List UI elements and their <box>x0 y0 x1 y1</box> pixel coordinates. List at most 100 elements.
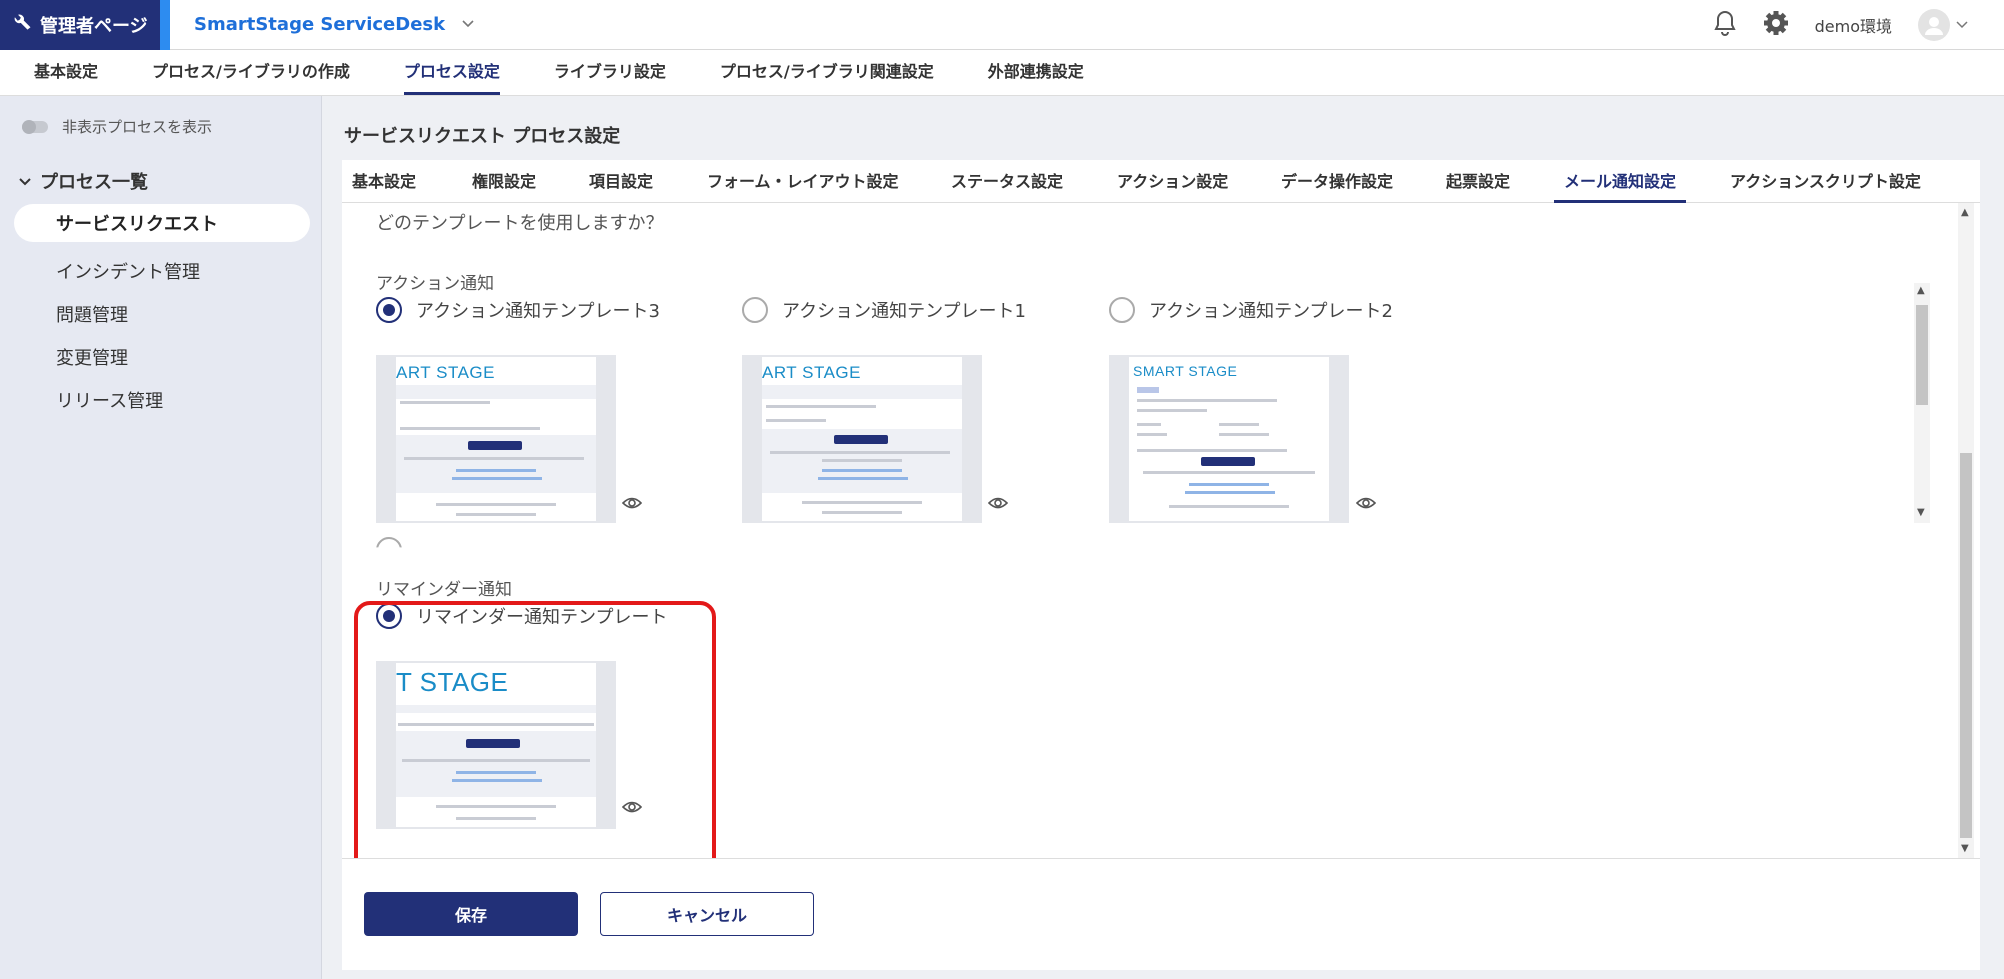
preview-band <box>396 385 596 399</box>
preview-line <box>436 503 556 506</box>
preview-line <box>766 405 876 408</box>
bell-icon[interactable] <box>1713 10 1737 40</box>
action-template-1-option[interactable]: アクション通知テンプレート1 <box>742 297 1026 323</box>
nav-process-library-relation[interactable]: プロセス/ライブラリ関連設定 <box>720 49 934 95</box>
preview-line <box>400 401 490 404</box>
chevron-down-icon <box>1956 17 1968 33</box>
preview-line <box>766 419 826 422</box>
reminder-highlight-box <box>354 601 716 858</box>
cancel-button[interactable]: キャンセル <box>600 892 814 936</box>
gear-icon[interactable] <box>1763 10 1789 40</box>
radio-action-template-2[interactable] <box>1109 297 1135 323</box>
sidebar-item-release[interactable]: リリース管理 <box>56 387 163 413</box>
environment-label: demo環境 <box>1814 17 1892 36</box>
preview-link <box>1185 491 1275 494</box>
radio-action-template-3[interactable] <box>376 297 402 323</box>
process-list-header[interactable]: プロセス一覧 <box>18 168 148 194</box>
sidebar-item-incident[interactable]: インシデント管理 <box>56 258 200 284</box>
settings-panel: 基本設定 権限設定 項目設定 フォーム・レイアウト設定 ステータス設定 アクショ… <box>342 160 1980 970</box>
preview-link <box>1189 483 1269 486</box>
eye-icon[interactable] <box>987 495 1009 509</box>
preview-line <box>1137 423 1161 426</box>
scroll-up-arrow-icon[interactable]: ▲ <box>1961 207 1969 218</box>
nav-process-library-create[interactable]: プロセス/ライブラリの作成 <box>152 49 350 95</box>
action-template-2-label: アクション通知テンプレート2 <box>1149 301 1394 322</box>
product-switcher[interactable]: SmartStage ServiceDesk <box>194 14 475 35</box>
action-template-3-label: アクション通知テンプレート3 <box>416 301 661 322</box>
top-header: 管理者ページ SmartStage ServiceDesk demo環境 <box>0 0 2004 50</box>
preview-link <box>818 477 908 480</box>
main-nav: 基本設定 プロセス/ライブラリの作成 プロセス設定 ライブラリ設定 プロセス/ラ… <box>0 50 2004 96</box>
admin-page-label: 管理者ページ <box>40 15 148 37</box>
eye-icon[interactable] <box>1355 495 1377 509</box>
user-menu[interactable] <box>1918 9 1968 41</box>
preview-line <box>1219 423 1259 426</box>
preview-line <box>400 427 540 430</box>
tab-mail-notification[interactable]: メール通知設定 <box>1554 160 1687 203</box>
preview-line <box>822 459 902 462</box>
preview-line <box>1143 471 1315 474</box>
nav-process-settings[interactable]: プロセス設定 <box>403 49 500 95</box>
preview-button <box>468 441 522 450</box>
process-list-title: プロセス一覧 <box>40 172 148 193</box>
action-template-3-preview: ART STAGE <box>376 355 616 523</box>
tab-status[interactable]: ステータス設定 <box>941 160 1073 203</box>
action-template-1-label: アクション通知テンプレート1 <box>782 301 1027 322</box>
preview-logo: ART STAGE <box>396 363 495 382</box>
inner-scrollbar[interactable]: ▲ ▼ <box>1914 283 1930 523</box>
preview-link <box>452 477 542 480</box>
nav-library-settings[interactable]: ライブラリ設定 <box>554 49 666 95</box>
action-template-1-preview: ART STAGE <box>742 355 982 523</box>
preview-line <box>822 511 902 514</box>
scroll-up-arrow-icon[interactable]: ▲ <box>1917 285 1925 296</box>
preview-band <box>762 385 962 399</box>
preview-line <box>1219 433 1269 436</box>
mail-settings-scroll-area[interactable]: どのテンプレートを使用しますか？ アクション通知 アクション通知テンプレート3 … <box>342 203 1980 858</box>
action-template-3-option[interactable]: アクション通知テンプレート3 <box>376 297 660 323</box>
hidden-process-toggle-row[interactable]: 非表示プロセスを表示 <box>22 116 212 137</box>
header-right: demo環境 <box>1713 0 1968 50</box>
chevron-down-icon <box>461 17 475 33</box>
hidden-process-toggle[interactable] <box>22 119 48 134</box>
preview-line <box>1137 387 1159 393</box>
radio-action-template-1[interactable] <box>742 297 768 323</box>
sub-tabs: 基本設定 権限設定 項目設定 フォーム・レイアウト設定 ステータス設定 アクショ… <box>342 160 1980 203</box>
nav-basic-settings[interactable]: 基本設定 <box>34 49 98 95</box>
sidebar-item-change[interactable]: 変更管理 <box>56 344 128 370</box>
preview-paper: ART STAGE <box>762 357 962 521</box>
tab-permissions[interactable]: 権限設定 <box>462 160 546 203</box>
preview-line <box>404 457 584 460</box>
admin-page-badge[interactable]: 管理者ページ <box>0 0 160 50</box>
header-accent-stripe <box>160 0 170 50</box>
product-name: SmartStage ServiceDesk <box>194 14 446 35</box>
preview-logo: SMART STAGE <box>1133 363 1238 379</box>
action-template-2-option[interactable]: アクション通知テンプレート2 <box>1109 297 1393 323</box>
scroll-down-arrow-icon[interactable]: ▼ <box>1961 843 1969 854</box>
outer-scrollbar-thumb[interactable] <box>1960 453 1972 838</box>
tab-basic[interactable]: 基本設定 <box>342 160 426 203</box>
tab-data-operations[interactable]: データ操作設定 <box>1271 160 1403 203</box>
preview-paper: SMART STAGE <box>1129 357 1329 521</box>
sidebar-item-problem[interactable]: 問題管理 <box>56 301 128 327</box>
radio-hidden-option[interactable] <box>376 537 402 548</box>
scroll-down-arrow-icon[interactable]: ▼ <box>1917 507 1925 518</box>
save-button[interactable]: 保存 <box>364 892 578 936</box>
eye-icon[interactable] <box>621 495 643 509</box>
sidebar-item-service-request[interactable]: サービスリクエスト <box>14 204 310 242</box>
inner-scrollbar-thumb[interactable] <box>1916 305 1928 405</box>
action-notification-label: アクション通知 <box>376 274 495 294</box>
tab-actions[interactable]: アクション設定 <box>1107 160 1238 203</box>
preview-link <box>456 469 536 472</box>
preview-link <box>822 469 902 472</box>
chevron-down-icon <box>18 171 32 192</box>
preview-line <box>1137 449 1287 452</box>
tab-ticket[interactable]: 起票設定 <box>1436 160 1520 203</box>
tab-action-script[interactable]: アクションスクリプト設定 <box>1720 160 1931 203</box>
tab-fields[interactable]: 項目設定 <box>579 160 663 203</box>
preview-button <box>834 435 888 444</box>
preview-line <box>1137 433 1167 436</box>
outer-scrollbar[interactable]: ▲ ▼ <box>1958 203 1974 858</box>
nav-external-integration[interactable]: 外部連携設定 <box>988 49 1084 95</box>
tab-form-layout[interactable]: フォーム・レイアウト設定 <box>697 160 909 203</box>
page-title: サービスリクエスト プロセス設定 <box>344 126 621 147</box>
